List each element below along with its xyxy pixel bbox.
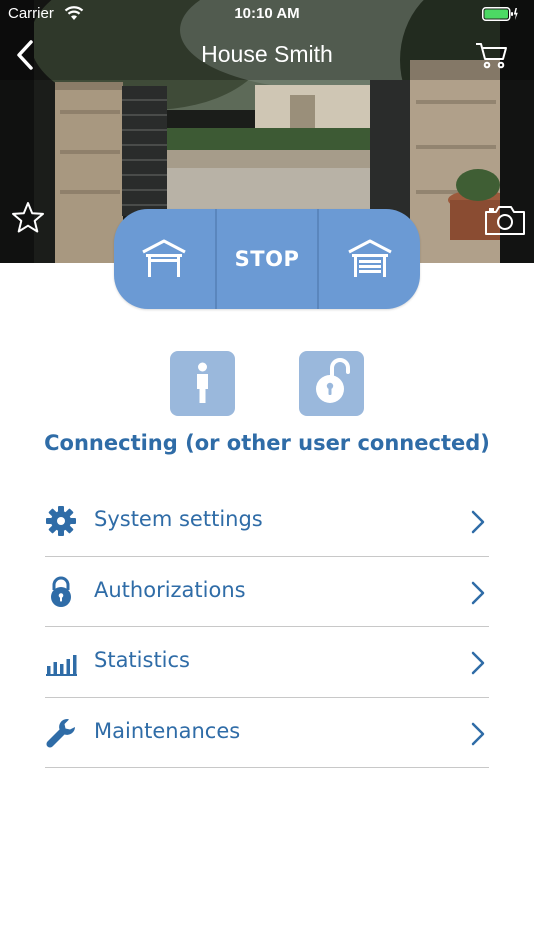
- page-title: House Smith: [201, 41, 333, 67]
- garage-open-icon: [142, 239, 187, 277]
- menu-item-statistics[interactable]: Statistics: [45, 627, 489, 698]
- gear-icon: [46, 506, 76, 536]
- gate-control-bar: STOP: [114, 209, 420, 309]
- user-button[interactable]: [170, 351, 235, 416]
- status-bar: Carrier 10:10 AM: [0, 0, 534, 28]
- unlock-icon: [316, 358, 350, 403]
- menu-item-maintenances[interactable]: Maintenances: [45, 698, 489, 768]
- menu-item-label: Authorizations: [94, 577, 246, 602]
- lock-icon: [51, 576, 71, 607]
- stop-gate-button[interactable]: STOP: [214, 209, 318, 309]
- status-time: 10:10 AM: [234, 5, 300, 22]
- camera-icon[interactable]: [483, 203, 527, 237]
- unlock-button[interactable]: [299, 351, 364, 416]
- close-gate-button[interactable]: [317, 209, 420, 309]
- open-gate-button[interactable]: [114, 209, 215, 309]
- bar-chart-icon: [46, 655, 77, 676]
- connection-status: Connecting (or other user connected): [44, 431, 490, 455]
- chevron-right-icon: [471, 510, 485, 534]
- menu-item-label: Maintenances: [94, 718, 241, 743]
- menu-item-label: Statistics: [94, 648, 190, 672]
- chevron-right-icon: [471, 722, 485, 745]
- cart-icon[interactable]: [474, 40, 510, 70]
- settings-menu: System settings Authorizations Statistic…: [45, 486, 489, 768]
- chevron-right-icon: [471, 581, 485, 604]
- wrench-icon: [46, 718, 75, 748]
- stop-label: STOP: [234, 247, 300, 271]
- garage-closed-icon: [347, 239, 392, 277]
- battery-icon: [482, 7, 518, 21]
- favorite-star-icon[interactable]: [10, 200, 46, 236]
- chevron-right-icon: [471, 651, 485, 675]
- user-icon: [197, 362, 208, 403]
- menu-item-authorizations[interactable]: Authorizations: [45, 557, 489, 627]
- menu-item-system-settings[interactable]: System settings: [45, 486, 489, 557]
- menu-item-label: System settings: [94, 507, 263, 531]
